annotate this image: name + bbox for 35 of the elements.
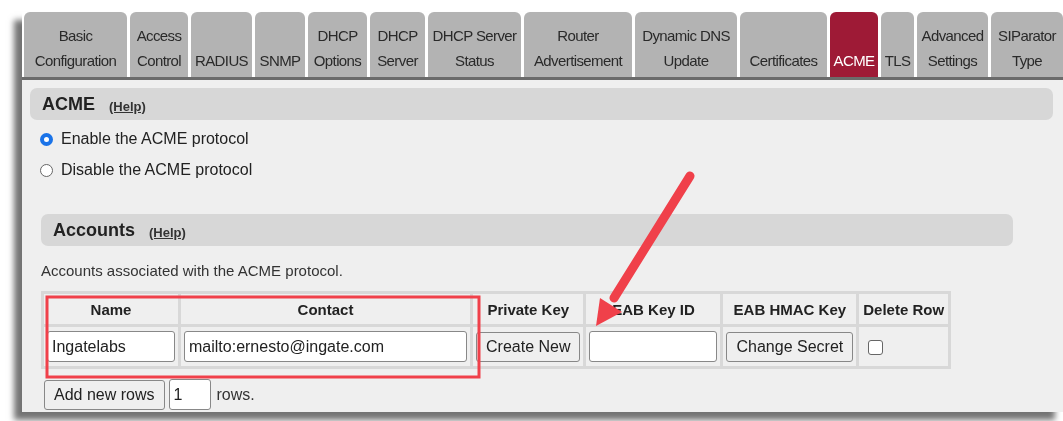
- tab[interactable]: Certificates: [740, 12, 827, 77]
- delete-checkbox[interactable]: [868, 339, 884, 355]
- tab[interactable]: DHCP Server: [370, 12, 425, 77]
- tab[interactable]: SNMP: [255, 12, 305, 77]
- tab[interactable]: RADIUS: [191, 12, 252, 77]
- tab[interactable]: ACME: [830, 12, 878, 77]
- column-header: Private Key: [473, 294, 584, 324]
- help-link[interactable]: (Help): [149, 224, 186, 240]
- section-title: Accounts: [53, 219, 135, 241]
- row-count-field[interactable]: 1: [168, 379, 211, 410]
- text-field[interactable]: Ingatelabs: [47, 331, 175, 362]
- radio-button[interactable]: [40, 132, 53, 146]
- text-field[interactable]: mailto:ernesto@ingate.com: [184, 331, 467, 362]
- tab[interactable]: Access Control: [130, 12, 188, 77]
- tab[interactable]: Basic Configuration: [24, 12, 127, 77]
- tab[interactable]: SIParator Type: [991, 12, 1063, 77]
- section-title: ACME: [42, 93, 95, 115]
- tab[interactable]: TLS: [881, 12, 914, 77]
- column-header: EAB HMAC Key: [723, 294, 857, 324]
- tab[interactable]: DHCP Options: [308, 12, 367, 77]
- radio-label: Enable the ACME protocol: [61, 130, 249, 148]
- help-link[interactable]: (Help): [109, 98, 146, 114]
- rows-label: rows.: [216, 385, 255, 404]
- tab[interactable]: Dynamic DNS Update: [635, 12, 737, 77]
- section-description: Accounts associated with the ACME protocol.: [41, 262, 344, 279]
- text-field[interactable]: [589, 331, 718, 362]
- tab[interactable]: DHCP Server Status: [428, 12, 521, 77]
- action-button[interactable]: Create New: [476, 331, 581, 362]
- add-rows-button[interactable]: Add new rows: [44, 379, 165, 410]
- tab[interactable]: Router Advertisement: [524, 12, 632, 77]
- column-header: Delete Row: [859, 294, 949, 324]
- tab[interactable]: Advanced Settings: [917, 12, 988, 77]
- radio-button[interactable]: [40, 163, 53, 177]
- action-button[interactable]: Change Secret: [726, 331, 854, 362]
- radio-label: Disable the ACME protocol: [61, 161, 253, 179]
